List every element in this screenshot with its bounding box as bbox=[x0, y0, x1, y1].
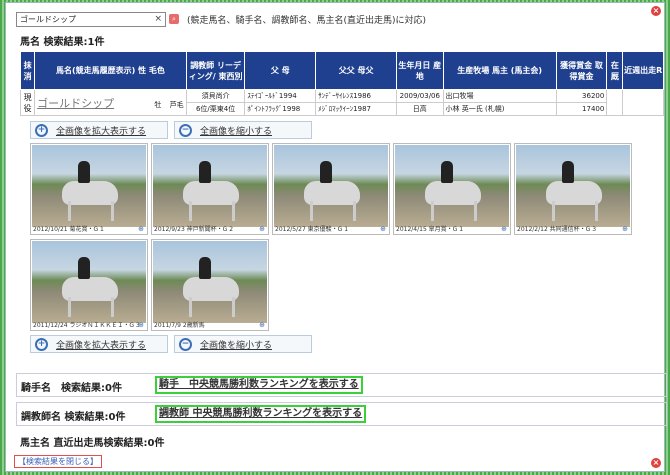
breeder-cell: 出口牧場 bbox=[442, 89, 557, 103]
photo-caption: 2012/4/15 皐月賞・G 1 bbox=[396, 226, 464, 233]
status-cell: 現役 bbox=[19, 89, 36, 116]
close-results-link[interactable]: 【検索結果を閉じる】 bbox=[14, 455, 102, 468]
clear-icon[interactable]: × bbox=[154, 13, 162, 26]
magnify-icon[interactable]: ⊕ bbox=[501, 225, 507, 233]
horse-name-link[interactable]: ゴールドシップ bbox=[37, 97, 114, 110]
trainer-section-title: 調教師名 検索結果:0件 bbox=[21, 412, 126, 423]
header-recent-race: 近週出走R bbox=[622, 51, 664, 90]
photo-thumbnail[interactable]: 2012/4/15 皐月賞・G 1 ⊕ bbox=[393, 143, 511, 235]
search-row: ゴールドシップ × ⌕ (競走馬名、騎手名、調教師名、馬主名(直近出走馬)に対応… bbox=[16, 11, 426, 27]
expand-all-button[interactable]: + 全画像を拡大表示する bbox=[30, 335, 168, 353]
photo-caption: 2012/2/12 共同通信杯・G 3 bbox=[517, 226, 597, 233]
header-grandsires: 父父 母父 bbox=[315, 51, 398, 90]
magnify-icon[interactable]: ⊕ bbox=[138, 321, 144, 329]
birth-cell: 2009/03/06 bbox=[396, 89, 444, 103]
photo-thumbnail[interactable]: 2011/12/24 ラジオＮＩＫＫＥＩ・G 3 ⊕ bbox=[30, 239, 148, 331]
horse-photo bbox=[395, 145, 509, 227]
zoom-out-icon: − bbox=[179, 123, 192, 137]
magnify-icon[interactable]: ⊕ bbox=[259, 321, 265, 329]
horse-sex: 牡 bbox=[154, 100, 162, 109]
expand-all-button[interactable]: + 全画像を拡大表示する bbox=[30, 121, 168, 139]
owner-cell: 小林 英一氏 (札幌) bbox=[442, 102, 557, 116]
owner-section-title: 馬主名 直近出走馬検索結果:0件 bbox=[20, 438, 165, 449]
table-header-row: 抹消 馬名(競走馬履歴表示) 性 毛色 調教師 リーディング/ 東西別 父 母 … bbox=[19, 51, 664, 90]
zoom-toolbar-top: + 全画像を拡大表示する − 全画像を縮小する bbox=[30, 121, 312, 139]
horse-name-cell: ゴールドシップ 牡 芦毛 bbox=[34, 89, 187, 116]
horse-photo bbox=[516, 145, 630, 227]
zoom-in-icon: + bbox=[35, 337, 48, 351]
horse-results-table: 抹消 馬名(競走馬履歴表示) 性 毛色 調教師 リーディング/ 東西別 父 母 … bbox=[19, 51, 664, 116]
search-input-value: ゴールドシップ bbox=[20, 14, 76, 24]
header-prize: 獲得賞金 取得賞金 bbox=[555, 51, 608, 90]
photo-caption: 2012/10/21 菊花賞・G 1 bbox=[33, 226, 104, 233]
photo-thumbnail[interactable]: 2011/7/9 2歳新馬 ⊕ bbox=[151, 239, 269, 331]
horse-color: 芦毛 bbox=[169, 100, 184, 109]
dam-cell: ﾎﾟｲﾝﾄﾌﾗｯｸﾞ1998 bbox=[244, 102, 317, 116]
close-icon[interactable]: × bbox=[651, 6, 661, 16]
trainer-ranking-button[interactable]: 調教師 中央競馬勝利数ランキングを表示する bbox=[155, 405, 367, 423]
trainer-cell: 須貝尚介 bbox=[185, 89, 246, 103]
horse-photo bbox=[153, 145, 267, 227]
photo-caption: 2011/7/9 2歳新馬 bbox=[154, 322, 205, 329]
search-results-panel: × ゴールドシップ × ⌕ (競走馬名、騎手名、調教師名、馬主名(直近出走馬)に… bbox=[5, 2, 667, 472]
expand-all-label: 全画像を拡大表示する bbox=[56, 126, 147, 137]
horse-photo bbox=[32, 241, 146, 323]
magnify-icon[interactable]: ⊕ bbox=[380, 225, 386, 233]
photo-thumbnail[interactable]: 2012/2/12 共同通信杯・G 3 ⊕ bbox=[514, 143, 632, 235]
horse-photo bbox=[32, 145, 146, 227]
horse-photo bbox=[274, 145, 388, 227]
photo-thumbnail[interactable]: 2012/5/27 東京優駿・G 1 ⊕ bbox=[272, 143, 390, 235]
zoom-toolbar-bottom: + 全画像を拡大表示する − 全画像を縮小する bbox=[30, 335, 312, 353]
photo-caption: 2012/9/23 神戸新聞杯・G 2 bbox=[154, 226, 234, 233]
photo-caption: 2011/12/24 ラジオＮＩＫＫＥＩ・G 3 bbox=[33, 322, 140, 329]
search-input[interactable]: ゴールドシップ × bbox=[16, 11, 166, 27]
jockey-section-title: 騎手名 検索結果:0件 bbox=[21, 383, 122, 394]
recent-race-cell bbox=[622, 89, 664, 116]
header-birth: 生年月日 産地 bbox=[396, 51, 444, 90]
header-trainer: 調教師 リーディング/ 東西別 bbox=[185, 51, 246, 90]
photo-thumbnail[interactable]: 2012/10/21 菊花賞・G 1 ⊕ bbox=[30, 143, 148, 235]
close-icon[interactable]: × bbox=[651, 458, 661, 468]
shrink-all-label: 全画像を縮小する bbox=[200, 340, 273, 351]
magnify-icon[interactable]: ⊕ bbox=[622, 225, 628, 233]
header-cancel: 抹消 bbox=[19, 51, 36, 90]
photo-thumbnail[interactable]: 2012/9/23 神戸新聞杯・G 2 ⊕ bbox=[151, 143, 269, 235]
magnify-icon[interactable]: ⊕ bbox=[259, 225, 265, 233]
trainer-rank-cell: 6位/栗東4位 bbox=[185, 102, 246, 116]
zoom-out-icon: − bbox=[179, 337, 192, 351]
sire-sire-cell: ｻﾝﾃﾞｰｻｲﾚﾝｽ1986 bbox=[315, 89, 398, 103]
search-button[interactable]: ⌕ bbox=[169, 14, 179, 24]
jockey-ranking-button[interactable]: 騎手 中央競馬勝利数ランキングを表示する bbox=[155, 376, 363, 394]
shrink-all-label: 全画像を縮小する bbox=[200, 126, 273, 137]
earned-cell: 36200 bbox=[555, 89, 608, 103]
sire-cell: ｽﾃｲｺﾞｰﾙﾄﾞ1994 bbox=[244, 89, 317, 103]
jockey-section: 騎手名 検索結果:0件 騎手 中央競馬勝利数ランキングを表示する bbox=[16, 373, 667, 397]
shrink-all-button[interactable]: − 全画像を縮小する bbox=[174, 335, 312, 353]
region-cell: 日高 bbox=[396, 102, 444, 116]
dam-sire-cell: ﾒｼﾞﾛﾏｯｸｲｰﾝ1987 bbox=[315, 102, 398, 116]
shrink-all-button[interactable]: − 全画像を縮小する bbox=[174, 121, 312, 139]
in-stable-cell bbox=[606, 89, 624, 116]
table-row: 現役 ゴールドシップ 牡 芦毛 須貝尚介 ｽﾃｲｺﾞｰﾙﾄﾞ1994 ｻﾝﾃﾞｰ… bbox=[19, 89, 664, 116]
horse-section-title: 馬名 検索結果:1件 bbox=[20, 37, 105, 48]
header-horse-name: 馬名(競走馬履歴表示) 性 毛色 bbox=[34, 51, 187, 90]
acquired-cell: 17400 bbox=[555, 102, 608, 116]
header-in-stable: 在厩 bbox=[606, 51, 624, 90]
zoom-in-icon: + bbox=[35, 123, 48, 137]
magnify-icon[interactable]: ⊕ bbox=[138, 225, 144, 233]
header-breeder-owner: 生産牧場 馬主 (馬主会) bbox=[442, 51, 557, 90]
search-hint: (競走馬名、騎手名、調教師名、馬主名(直近出走馬)に対応) bbox=[187, 15, 427, 26]
expand-all-label: 全画像を拡大表示する bbox=[56, 340, 147, 351]
trainer-section: 調教師名 検索結果:0件 調教師 中央競馬勝利数ランキングを表示する bbox=[16, 402, 667, 426]
header-sire-dam: 父 母 bbox=[244, 51, 317, 90]
horse-photo bbox=[153, 241, 267, 323]
photo-caption: 2012/5/27 東京優駿・G 1 bbox=[275, 226, 349, 233]
